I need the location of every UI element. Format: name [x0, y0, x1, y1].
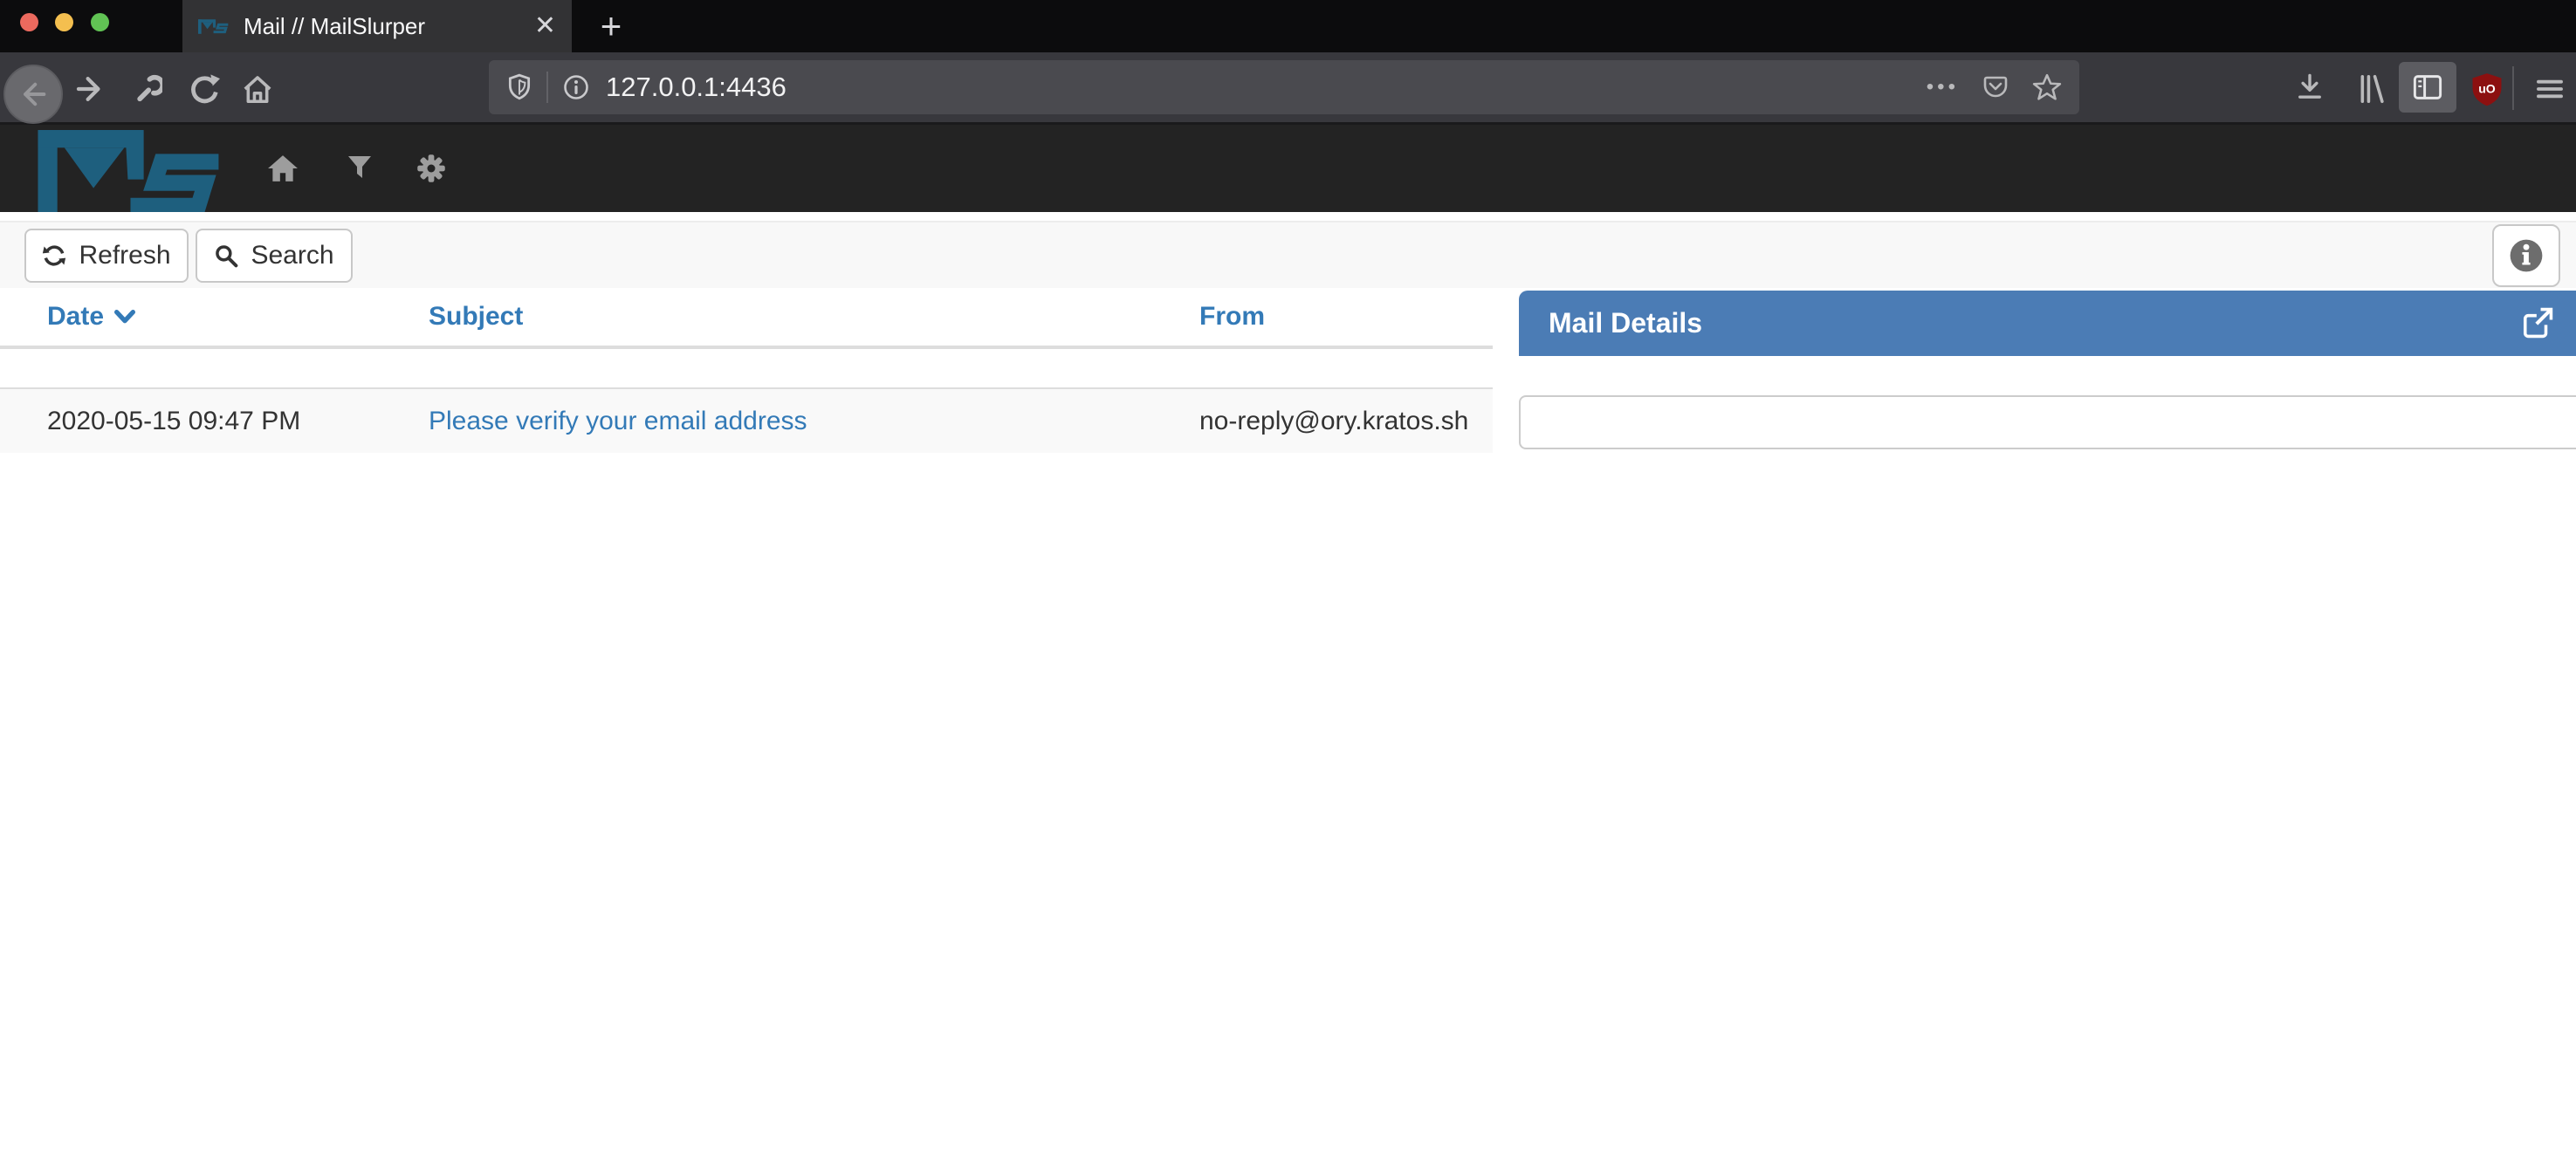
sort-chevron-down-icon	[114, 310, 135, 324]
url-bar[interactable]: 127.0.0.1:4436 •••	[489, 60, 2079, 114]
mail-list-row[interactable]: 2020-05-15 09:47 PM Please verify your e…	[0, 389, 1493, 453]
app-settings-gear-icon[interactable]	[416, 153, 447, 184]
refresh-button[interactable]: Refresh	[24, 229, 189, 283]
browser-tab[interactable]: Mail // MailSlurper ✕	[182, 0, 572, 52]
window-close-button[interactable]	[20, 13, 38, 31]
window-minimize-button[interactable]	[55, 13, 73, 31]
library-button[interactable]	[2355, 72, 2388, 106]
sidebar-toggle-button[interactable]	[2399, 62, 2456, 113]
mail-details-header: Mail Details	[1519, 291, 2576, 356]
refresh-label: Refresh	[79, 241, 170, 270]
mail-details-title: Mail Details	[1549, 307, 1702, 339]
mail-list-table: Date Subject From 2020-05-15 09:47 PM Pl…	[0, 288, 1493, 453]
tab-title: Mail // MailSlurper	[244, 13, 425, 40]
info-button[interactable]	[2492, 224, 2560, 287]
mail-from-cell: no-reply@ory.kratos.sh	[1199, 407, 1493, 436]
back-button[interactable]	[3, 65, 63, 124]
app-home-icon[interactable]	[267, 153, 299, 184]
refresh-icon	[42, 243, 66, 268]
wrench-icon[interactable]	[131, 72, 162, 104]
home-button[interactable]	[241, 72, 274, 106]
pocket-icon[interactable]	[1982, 73, 2009, 101]
url-text[interactable]: 127.0.0.1:4436	[606, 72, 787, 103]
tab-close-icon[interactable]: ✕	[534, 13, 556, 39]
search-icon	[214, 243, 238, 268]
downloads-button[interactable]	[2294, 72, 2325, 104]
ublock-origin-icon[interactable]: uO	[2470, 72, 2504, 107]
browser-toolbar: 127.0.0.1:4436 ••• uO	[0, 52, 2576, 125]
new-tab-button[interactable]: +	[583, 0, 639, 52]
forward-button[interactable]	[73, 72, 106, 106]
open-in-new-window-icon[interactable]	[2521, 306, 2554, 339]
mailslurper-favicon	[198, 16, 230, 37]
site-info-icon[interactable]	[562, 73, 590, 101]
column-header-date[interactable]: Date	[0, 302, 429, 332]
mail-subject-cell: Please verify your email address	[429, 407, 1199, 436]
window-zoom-button[interactable]	[91, 13, 109, 31]
search-label: Search	[251, 241, 333, 270]
page-actions-icon[interactable]: •••	[1927, 75, 1959, 99]
reload-button[interactable]	[187, 72, 220, 106]
tracking-protection-shield-icon[interactable]	[506, 73, 532, 101]
search-button[interactable]: Search	[196, 229, 353, 283]
column-header-subject[interactable]: Subject	[429, 302, 1199, 332]
app-navbar	[0, 125, 2576, 212]
column-header-from[interactable]: From	[1199, 302, 1493, 332]
mail-list-header-row: Date Subject From	[0, 288, 1493, 349]
menu-hamburger-button[interactable]	[2533, 72, 2566, 106]
toolbar-separator	[2512, 66, 2514, 110]
mail-details-body	[1519, 395, 2576, 449]
back-arrow-icon	[17, 79, 49, 110]
bookmark-star-icon[interactable]	[2032, 72, 2062, 102]
urlbar-separator	[546, 72, 548, 103]
app-filter-icon[interactable]	[346, 153, 374, 182]
mail-date-cell: 2020-05-15 09:47 PM	[0, 407, 429, 436]
mail-list-empty-row	[0, 349, 1493, 389]
app-toolbar: Refresh Search	[0, 221, 2576, 288]
svg-text:uO: uO	[2478, 82, 2496, 96]
info-icon	[2508, 237, 2545, 274]
browser-tab-bar: Mail // MailSlurper ✕ +	[0, 0, 2576, 52]
mailslurper-logo	[32, 125, 233, 212]
mail-subject-link[interactable]: Please verify your email address	[429, 407, 807, 435]
sidebar-icon	[2412, 72, 2443, 103]
